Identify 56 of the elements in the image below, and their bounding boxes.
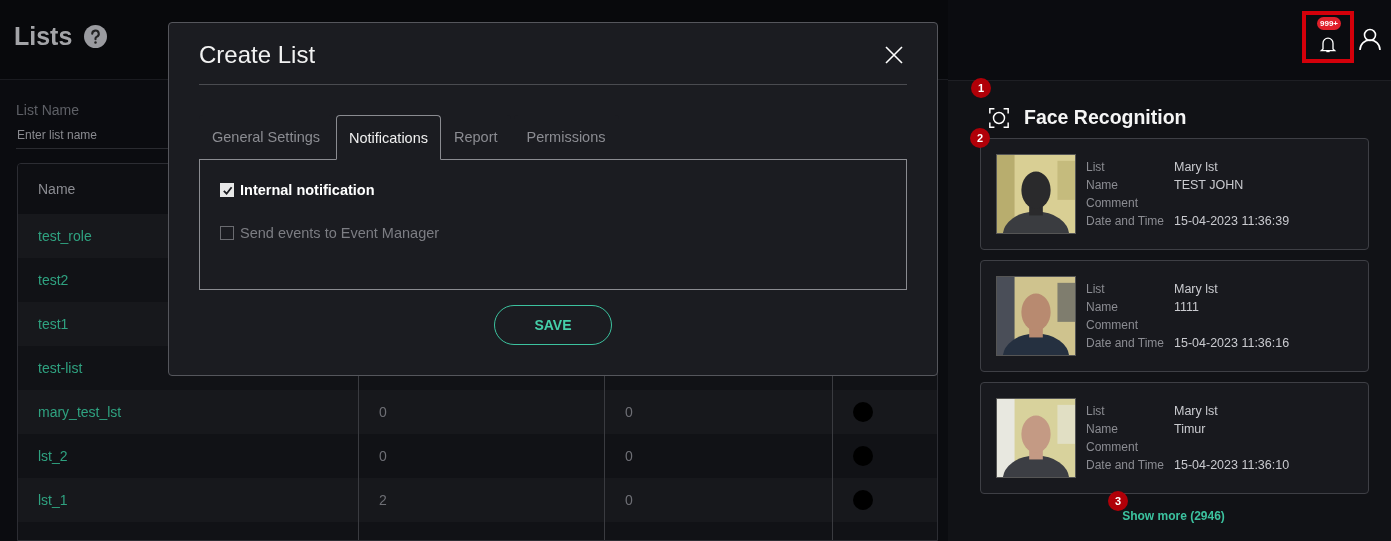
tab[interactable]: Notifications: [336, 115, 441, 160]
field-value: Mary lst: [1174, 160, 1219, 174]
checkbox[interactable]: [220, 226, 234, 240]
field-label: Name: [1086, 300, 1119, 314]
list-name-link[interactable]: test1: [38, 316, 69, 332]
field-value: Timur: [1174, 422, 1207, 436]
field-label: List: [1086, 404, 1106, 418]
annotation-marker: 3: [1108, 491, 1128, 511]
field-label: Date and Time: [1086, 458, 1166, 472]
field-value: Mary lst: [1174, 404, 1219, 418]
list-name-link[interactable]: lst_2: [38, 448, 68, 464]
face-scan-icon: [988, 106, 1010, 129]
panel-title: Face Recognition: [1024, 106, 1187, 129]
table-cell: 0: [625, 448, 633, 464]
help-icon[interactable]: [84, 25, 108, 48]
notification-badge: 999+: [1317, 17, 1342, 30]
annotation-marker: 1: [971, 78, 991, 98]
field-label: Comment: [1086, 196, 1139, 210]
table-cell: 0: [379, 404, 387, 420]
list-name-link[interactable]: mary_test_lst: [38, 404, 122, 420]
option-label: Send events to Event Manager: [240, 225, 440, 241]
status-dot: [853, 490, 873, 510]
table-cell: 0: [379, 448, 387, 464]
table-cell: 0: [625, 404, 633, 420]
field-label: Date and Time: [1086, 336, 1166, 350]
field-label: Name: [1086, 422, 1119, 436]
list-name-link[interactable]: test-list: [38, 360, 83, 376]
field-value: TEST JOHN: [1174, 178, 1245, 192]
status-dot: [853, 402, 873, 422]
table-cell: 0: [625, 492, 633, 508]
field-label: List: [1086, 160, 1106, 174]
field-label: List: [1086, 282, 1106, 296]
list-name-link[interactable]: test_role: [38, 228, 92, 244]
field-value: 1111: [1174, 300, 1201, 314]
table-cell: 2: [379, 492, 387, 508]
list-name-link[interactable]: test2: [38, 272, 69, 288]
close-button[interactable]: [885, 45, 903, 64]
list-name-link[interactable]: lst_1: [38, 492, 68, 508]
field-value: 15-04-2023 11:36:39: [1174, 214, 1290, 228]
field-label: Comment: [1086, 318, 1139, 332]
option-label: Internal notification: [240, 182, 375, 198]
field-value: 15-04-2023 11:36:10: [1174, 458, 1290, 472]
field-label: Date and Time: [1086, 214, 1166, 228]
page-title: Lists: [14, 22, 73, 51]
field-label: List Name: [16, 102, 81, 118]
user-icon[interactable]: [1358, 27, 1382, 51]
field-value: 15-04-2023 11:36:16: [1174, 336, 1290, 350]
dialog-title: Create List: [199, 40, 316, 69]
detection-card[interactable]: List Mary lst Name Timur Comment Date and Time 15-04-2023 11:36:10: [980, 382, 1369, 494]
field-label: Comment: [1086, 440, 1139, 454]
show-more-link[interactable]: Show more (2946): [1122, 509, 1225, 523]
field-value: Mary lst: [1174, 282, 1219, 296]
field-label: Name: [1086, 178, 1119, 192]
detection-card[interactable]: List Mary lst Name 1111 Comment Date and Time 15-04-2023 11:36:16: [980, 260, 1369, 372]
column-header: Name: [38, 181, 76, 197]
annotation-marker: 2: [970, 128, 990, 148]
